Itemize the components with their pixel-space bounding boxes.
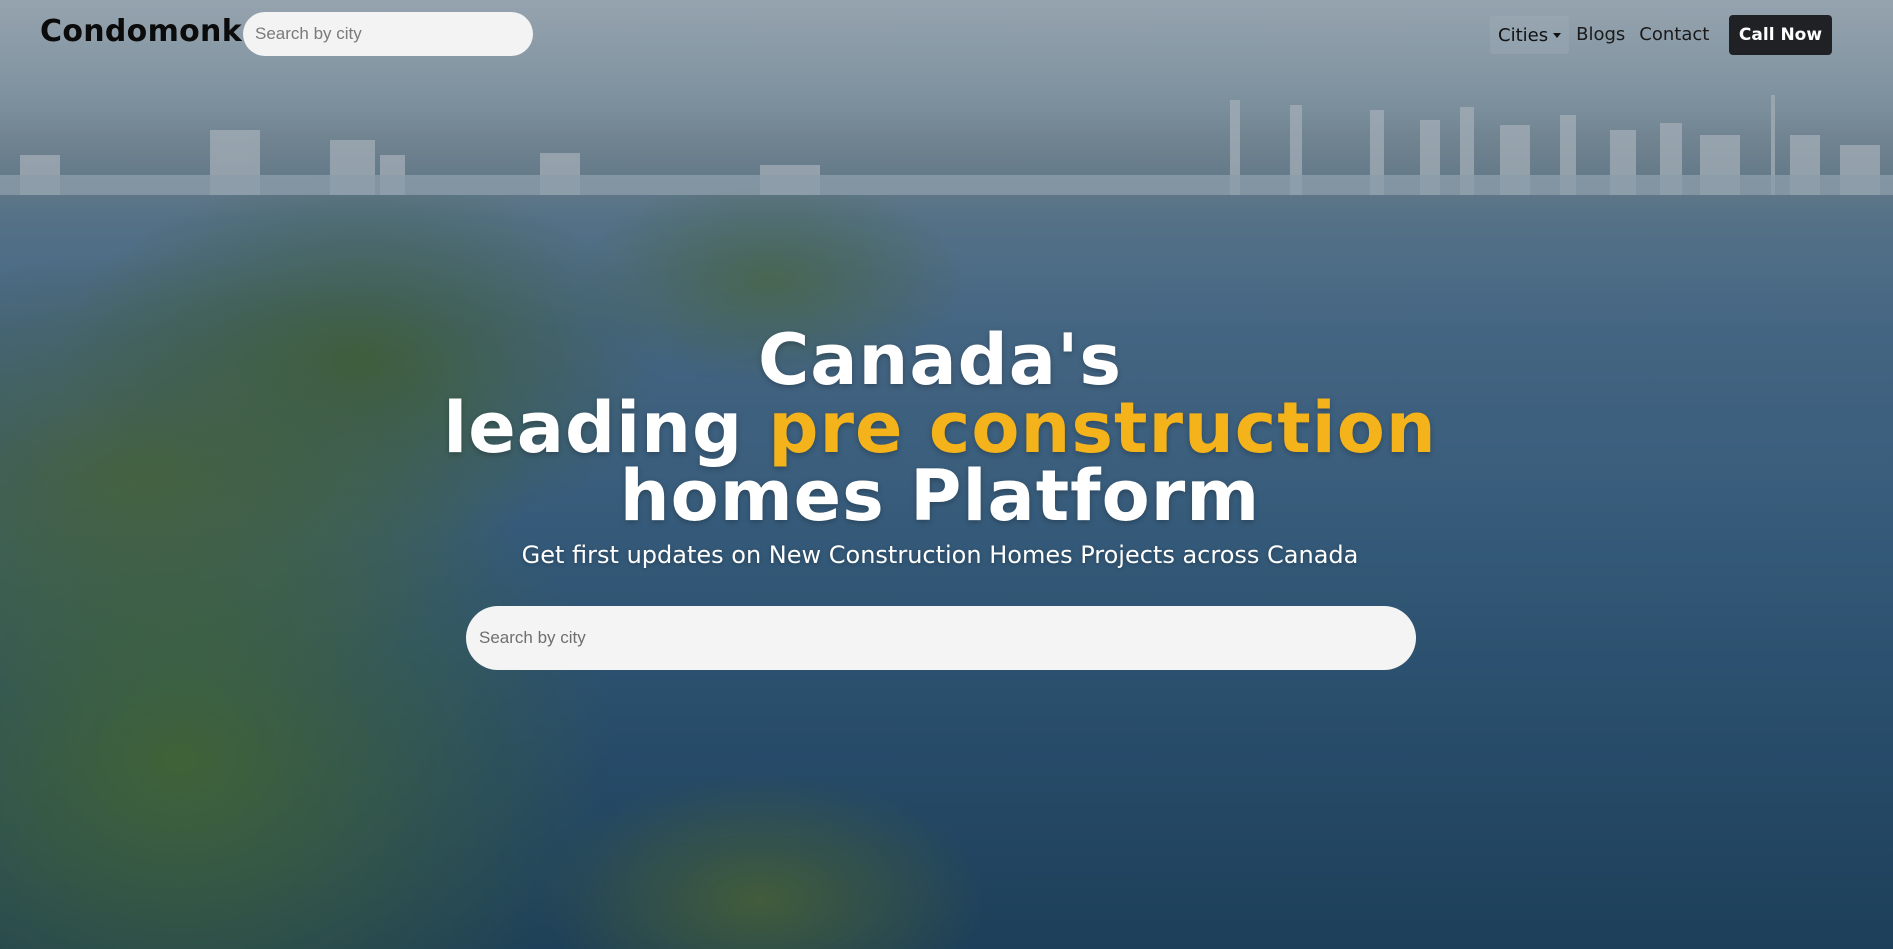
- hero-title-line-2: leading pre construction: [0, 393, 1880, 463]
- nav-links: Cities Blogs Contact: [1490, 16, 1716, 54]
- cities-dropdown-label: Cities: [1498, 24, 1549, 46]
- navbar-search-input[interactable]: [243, 12, 533, 56]
- caret-down-icon: [1553, 32, 1562, 38]
- page: Condomonk Cities Blogs Contact Call Now …: [0, 0, 1893, 949]
- hero-title-line-3: homes Platform: [619, 455, 1261, 537]
- hero-subtitle: Get first updates on New Construction Ho…: [521, 541, 1359, 569]
- call-now-button[interactable]: Call Now: [1729, 15, 1832, 55]
- nav-link-blogs[interactable]: Blogs: [1569, 16, 1632, 54]
- top-navbar: Condomonk Cities Blogs Contact Call Now: [0, 0, 1893, 68]
- cities-dropdown[interactable]: Cities: [1490, 16, 1570, 54]
- hero-search-input[interactable]: [466, 606, 1416, 670]
- brand-logo[interactable]: Condomonk: [40, 14, 242, 49]
- nav-link-contact[interactable]: Contact: [1632, 16, 1716, 54]
- hero-title: Canada's leading pre construction homes …: [0, 319, 1880, 537]
- hero-title-line-1: Canada's: [757, 319, 1123, 401]
